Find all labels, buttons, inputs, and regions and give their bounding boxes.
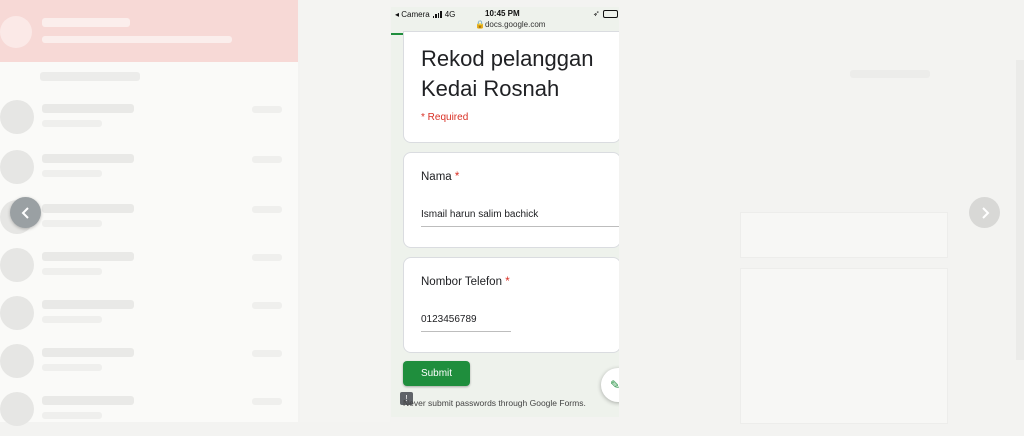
lock-icon: 🔒 bbox=[475, 20, 485, 29]
background-scrollbar bbox=[1016, 60, 1024, 360]
background-search bbox=[40, 72, 140, 81]
form-header-card: Rekod pelanggan Kedai Rosnah * Required bbox=[403, 31, 619, 143]
background-chat-row bbox=[0, 196, 298, 244]
background-banner bbox=[0, 0, 298, 62]
background-chat-row bbox=[0, 146, 298, 194]
background-preview-card bbox=[740, 212, 948, 258]
question-card-telefon: Nombor Telefon * 0123456789 bbox=[403, 257, 619, 353]
phone-screenshot: ◂ Camera 4G 10:45 PM 🔒docs.google.com ➶ … bbox=[391, 7, 619, 417]
background-chat-row bbox=[0, 292, 298, 340]
required-note: * Required bbox=[421, 112, 469, 123]
background-chat-list bbox=[0, 0, 298, 426]
battery-icon bbox=[602, 9, 618, 18]
status-bar: ◂ Camera 4G 10:45 PM 🔒docs.google.com ➶ bbox=[391, 7, 619, 33]
nama-input[interactable]: Ismail harun salim bachick bbox=[421, 209, 619, 227]
telefon-input[interactable]: 0123456789 bbox=[421, 314, 511, 332]
background-chat-row bbox=[0, 340, 298, 388]
network-label: 4G bbox=[444, 10, 456, 19]
question-label: Nombor Telefon * bbox=[421, 276, 510, 288]
background-chat-row bbox=[0, 244, 298, 292]
carrier-label: ◂ Camera bbox=[395, 10, 430, 19]
question-label: Nama * bbox=[421, 171, 460, 183]
url-label: 🔒docs.google.com bbox=[475, 20, 546, 29]
pencil-icon: ✎ bbox=[610, 378, 619, 392]
background-preview-card bbox=[740, 268, 948, 424]
required-mark: * bbox=[505, 276, 510, 288]
chevron-right-icon bbox=[981, 206, 989, 219]
background-chat-row bbox=[0, 388, 298, 436]
background-chat-area bbox=[300, 0, 390, 422]
form-title: Rekod pelanggan Kedai Rosnah bbox=[421, 46, 594, 101]
status-time: 10:45 PM bbox=[485, 9, 520, 18]
required-mark: * bbox=[454, 171, 460, 183]
question-card-nama: Nama * Ismail harun salim bachick bbox=[403, 152, 619, 248]
previous-button[interactable] bbox=[10, 197, 41, 228]
background-chat-row bbox=[0, 96, 298, 144]
location-icon: ➶ bbox=[593, 9, 600, 18]
signal-icon bbox=[432, 11, 442, 18]
edit-button[interactable]: ✎ bbox=[601, 368, 619, 402]
next-button[interactable] bbox=[969, 197, 1000, 228]
chevron-left-icon bbox=[21, 206, 29, 219]
background-header bbox=[850, 70, 930, 78]
submit-button[interactable]: Submit bbox=[403, 361, 470, 386]
password-warning: Never submit passwords through Google Fo… bbox=[403, 398, 586, 408]
